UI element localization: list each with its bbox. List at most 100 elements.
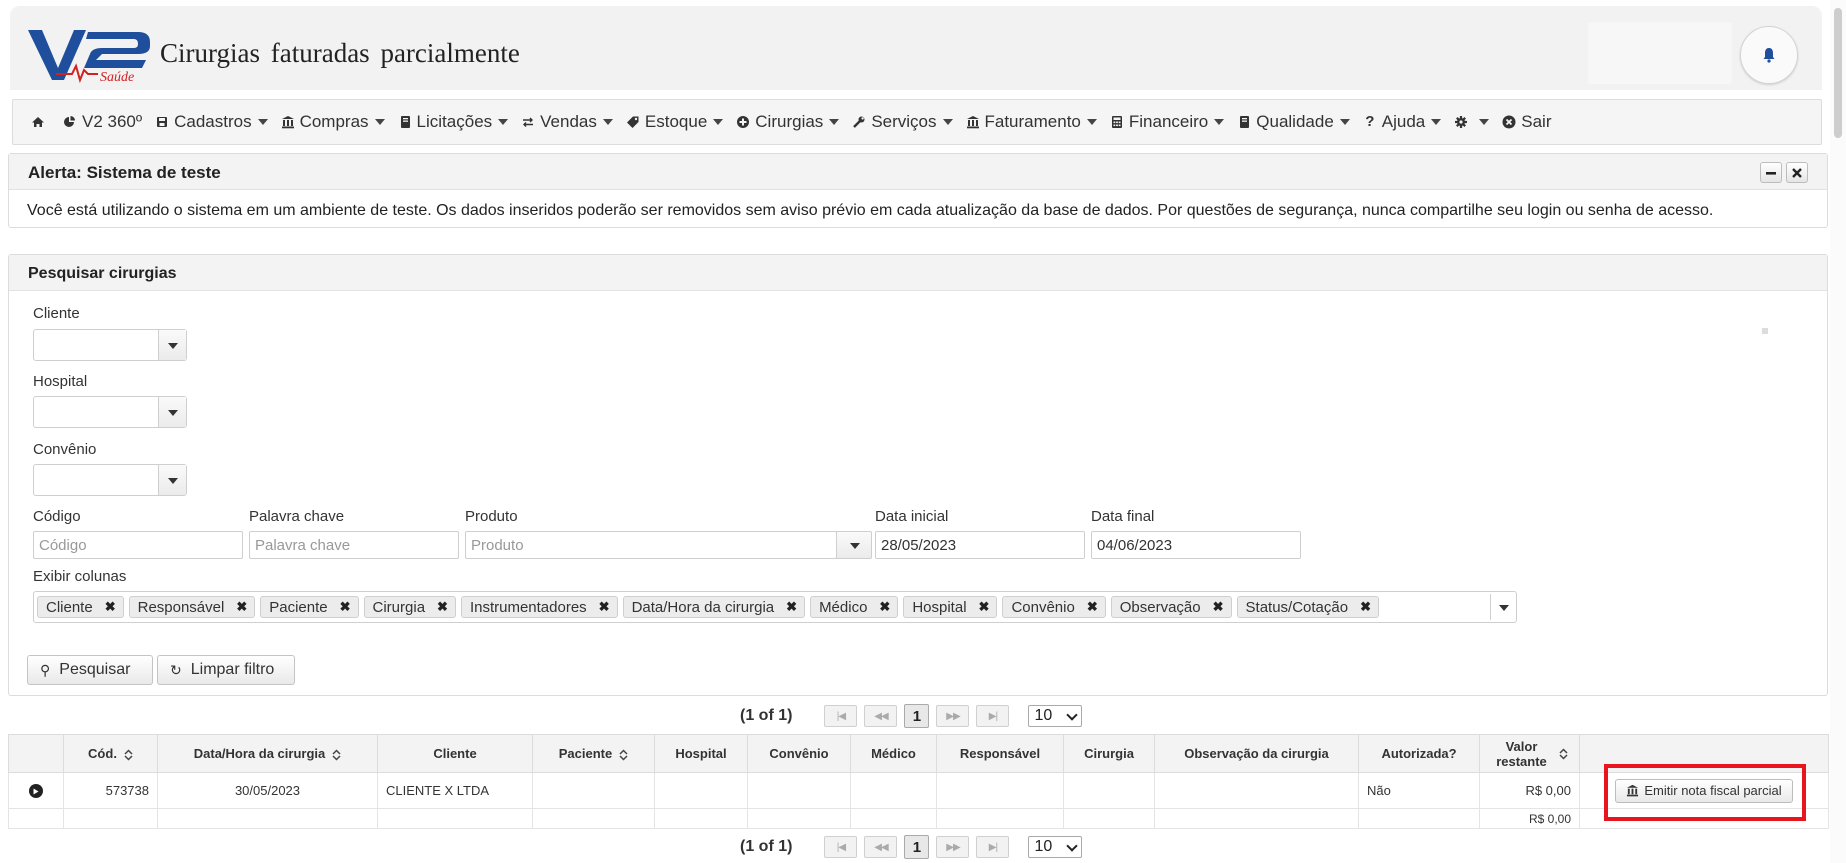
- bank-icon: [966, 116, 979, 129]
- menu-label: Estoque: [644, 112, 708, 131]
- last-page-button[interactable]: ▶|: [976, 705, 1010, 727]
- page-scrollbar[interactable]: [1830, 0, 1846, 863]
- remove-chip-icon[interactable]: ✖: [786, 599, 797, 615]
- remove-chip-icon[interactable]: ✖: [1087, 599, 1098, 615]
- menu-qualidade[interactable]: Qualidade: [1237, 112, 1350, 132]
- chevron-down-icon[interactable]: [158, 465, 186, 495]
- bottom-paginator: (1 of 1) |◀ ◀◀ 1 ▶▶ ▶| 10: [740, 834, 1083, 860]
- page-title: Cirurgias faturadas parcialmente: [160, 38, 520, 68]
- menu-servicos[interactable]: Serviços: [852, 112, 953, 132]
- menu-financeiro[interactable]: Financeiro: [1110, 112, 1225, 132]
- menu-v2-360[interactable]: V2 360º: [63, 112, 142, 132]
- sort-icon: [1558, 747, 1568, 760]
- menu-label: V2 360º: [82, 112, 143, 131]
- menu-compras[interactable]: Compras: [281, 112, 385, 132]
- close-button[interactable]: [1786, 162, 1808, 183]
- next-page-button[interactable]: ▶▶: [936, 836, 970, 858]
- col-header-data-hora[interactable]: Data/Hora da cirurgia: [157, 734, 378, 773]
- v2-saude-logo[interactable]: Saúde: [26, 22, 154, 84]
- menu-vendas[interactable]: Vendas: [521, 112, 613, 132]
- menu-licitacoes[interactable]: Licitações: [398, 112, 509, 132]
- remove-chip-icon[interactable]: ✖: [340, 599, 351, 615]
- column-chip: Data/Hora da cirurgia ✖: [622, 596, 806, 618]
- resize-handle: [1762, 328, 1768, 334]
- remove-chip-icon[interactable]: ✖: [105, 599, 116, 615]
- caret-down-icon: [602, 119, 613, 125]
- remove-chip-icon[interactable]: ✖: [599, 599, 610, 615]
- col-header-valor-restante[interactable]: Valor restante: [1479, 734, 1580, 773]
- produto-input[interactable]: [465, 531, 837, 559]
- page-1-button[interactable]: 1: [904, 835, 930, 859]
- chip-label: Médico: [819, 598, 868, 616]
- total-valor: R$ 0,00: [1479, 808, 1580, 829]
- data-inicial-input[interactable]: [875, 531, 1085, 559]
- rows-per-page-select[interactable]: 10: [1028, 705, 1083, 727]
- alert-title: Alerta: Sistema de teste: [28, 163, 221, 182]
- remove-chip-icon[interactable]: ✖: [437, 599, 448, 615]
- prev-page-button[interactable]: ◀◀: [864, 836, 898, 858]
- caret-down-icon: [942, 119, 953, 125]
- column-chip: Convênio ✖: [1002, 596, 1106, 618]
- menu-faturamento[interactable]: Faturamento: [966, 112, 1097, 132]
- sort-icon: [332, 749, 341, 761]
- table-header-row: Cód. Data/Hora da cirurgia Cliente Pacie…: [8, 734, 1829, 773]
- scrollbar-thumb[interactable]: [1834, 8, 1842, 138]
- hospital-select[interactable]: [33, 396, 187, 428]
- convenio-label: Convênio: [33, 441, 97, 458]
- minus-icon: [1766, 171, 1776, 175]
- footer-cell: [1154, 808, 1359, 829]
- col-header-paciente[interactable]: Paciente: [532, 734, 655, 773]
- remove-chip-icon[interactable]: ✖: [1213, 599, 1224, 615]
- cliente-select[interactable]: [33, 329, 187, 361]
- palavra-chave-input[interactable]: [249, 531, 459, 559]
- cell-cliente: CLIENTE X LTDA: [377, 772, 533, 809]
- first-page-button[interactable]: |◀: [824, 705, 858, 727]
- cell-responsavel: [936, 772, 1064, 809]
- minimize-button[interactable]: [1760, 162, 1782, 183]
- caret-down-icon: [1431, 119, 1442, 125]
- notifications-button[interactable]: [1740, 26, 1798, 84]
- chevron-down-icon[interactable]: [158, 330, 186, 360]
- remove-chip-icon[interactable]: ✖: [236, 599, 247, 615]
- data-final-input[interactable]: [1091, 531, 1301, 559]
- chip-label: Observação: [1119, 598, 1201, 616]
- row-toggle-cell: [8, 772, 64, 809]
- cell-valor: R$ 0,00: [1479, 772, 1580, 809]
- produto-dropdown-button[interactable]: [836, 531, 872, 559]
- pesquisar-button[interactable]: ⚲ Pesquisar: [27, 655, 153, 685]
- chevron-down-icon[interactable]: [1490, 594, 1516, 620]
- rows-per-page-select[interactable]: 10: [1028, 836, 1083, 858]
- cell-observacao: [1154, 772, 1359, 809]
- menu-sair[interactable]: Sair: [1502, 112, 1552, 132]
- first-page-button[interactable]: |◀: [824, 836, 858, 858]
- menu-label: Cirurgias: [755, 112, 824, 131]
- col-header-cod[interactable]: Cód.: [63, 734, 158, 773]
- button-label: Limpar filtro: [190, 661, 275, 678]
- columns-multiselect[interactable]: Cliente ✖ Responsável ✖ Paciente ✖ Cirurgia…: [33, 591, 1517, 623]
- convenio-select[interactable]: [33, 464, 187, 496]
- page-1-button[interactable]: 1: [904, 704, 930, 728]
- menu-label: Sair: [1521, 112, 1552, 131]
- menu-home[interactable]: [31, 115, 50, 129]
- close-circle-icon: [1502, 115, 1516, 129]
- last-page-button[interactable]: ▶|: [976, 836, 1010, 858]
- menu-label: Cadastros: [174, 112, 252, 131]
- expand-row-icon[interactable]: [29, 784, 43, 799]
- menu-estoque[interactable]: Estoque: [626, 112, 724, 132]
- home-icon: [32, 117, 44, 127]
- menu-settings[interactable]: [1454, 115, 1490, 129]
- codigo-input[interactable]: [33, 531, 243, 559]
- alert-message: Você está utilizando o sistema em um amb…: [27, 202, 1714, 219]
- table-footer-row: R$ 0,00: [8, 808, 1829, 829]
- next-page-button[interactable]: ▶▶: [936, 705, 970, 727]
- menu-ajuda[interactable]: ? Ajuda: [1363, 112, 1442, 132]
- remove-chip-icon[interactable]: ✖: [979, 599, 990, 615]
- limpar-filtro-button[interactable]: ↻ Limpar filtro: [157, 655, 295, 685]
- remove-chip-icon[interactable]: ✖: [879, 599, 890, 615]
- prev-page-button[interactable]: ◀◀: [864, 705, 898, 727]
- chevron-down-icon[interactable]: [158, 397, 186, 427]
- remove-chip-icon[interactable]: ✖: [1360, 599, 1371, 615]
- menu-cirurgias[interactable]: Cirurgias: [736, 112, 840, 132]
- pie-chart-icon: [64, 116, 75, 127]
- menu-cadastros[interactable]: Cadastros: [155, 112, 268, 132]
